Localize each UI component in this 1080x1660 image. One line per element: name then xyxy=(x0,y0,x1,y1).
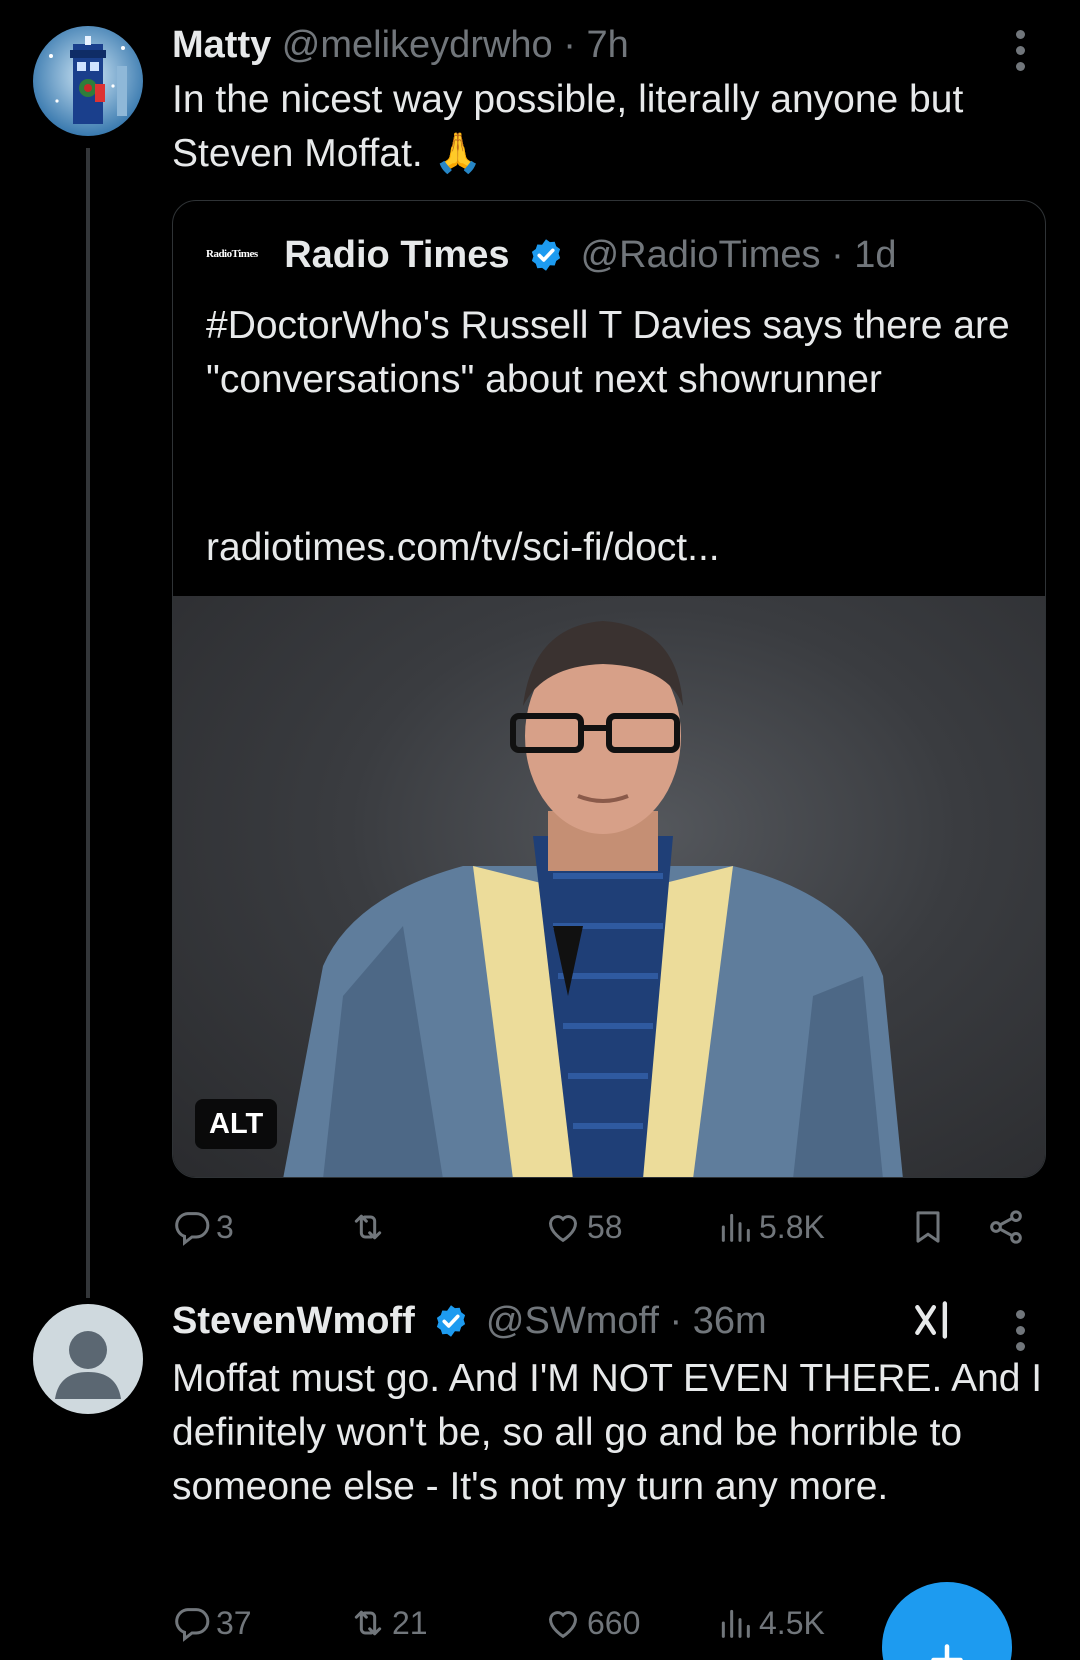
quote-author-handle: @RadioTimes xyxy=(580,234,821,276)
author-name[interactable]: Matty xyxy=(172,24,271,66)
like-icon xyxy=(548,1215,578,1243)
more-options-button[interactable] xyxy=(1014,1310,1026,1358)
portrait-photo xyxy=(283,621,903,1177)
repost-count: 21 xyxy=(392,1604,428,1641)
tweet-text: Moffat must go. And I'M NOT EVEN THERE. … xyxy=(172,1357,1043,1508)
like-button[interactable]: 660 xyxy=(543,1598,640,1648)
quote-photo[interactable]: ALT xyxy=(173,596,1045,1177)
compose-icon xyxy=(931,1644,963,1660)
share-button[interactable] xyxy=(986,1202,1026,1252)
tweet-header: Matty @melikeydrwho · 7h xyxy=(172,22,629,68)
quote-author-name: Radio Times xyxy=(284,234,510,276)
reply-icon xyxy=(175,1608,210,1642)
bookmark-icon xyxy=(916,1211,940,1243)
tweet-actions: 3 58 5.8K xyxy=(172,1202,1042,1252)
quoted-tweet[interactable]: RadioTimes Radio Times @RadioTimes · 1d … xyxy=(172,200,1046,1178)
views-count: 5.8K xyxy=(759,1208,825,1245)
views-button[interactable]: 4.5K xyxy=(715,1598,825,1648)
views-count: 4.5K xyxy=(759,1604,825,1641)
quote-timestamp: 1d xyxy=(854,234,897,276)
reply-count: 3 xyxy=(216,1208,234,1245)
quote-text: #DoctorWho's Russell T Davies says there… xyxy=(206,304,1010,401)
tardis-avatar-icon xyxy=(33,26,143,136)
tweet-matty[interactable]: Matty @melikeydrwho · 7h In the nicest w… xyxy=(0,0,1080,1246)
default-avatar-icon xyxy=(55,1331,121,1399)
more-options-button[interactable] xyxy=(1014,30,1026,78)
views-icon xyxy=(721,1609,750,1638)
tweet-header: StevenWmoff @SWmoff · 36m xyxy=(172,1298,767,1344)
repost-icon xyxy=(354,1610,382,1636)
verified-badge-icon xyxy=(437,1305,466,1337)
alt-text-badge[interactable]: ALT xyxy=(195,1099,278,1149)
reply-icon xyxy=(175,1212,210,1246)
repost-button[interactable]: 21 xyxy=(348,1598,428,1648)
radiotimes-logo-icon: RadioTimes xyxy=(206,248,258,260)
avatar-tardis[interactable] xyxy=(33,26,143,136)
tweet-timestamp[interactable]: 7h xyxy=(586,24,628,66)
tweet-timestamp[interactable]: 36m xyxy=(693,1300,767,1342)
like-button[interactable]: 58 xyxy=(543,1202,623,1252)
separator-dot: · xyxy=(831,234,844,276)
repost-button[interactable] xyxy=(348,1202,392,1252)
like-count: 58 xyxy=(587,1208,623,1245)
tweet-text: In the nicest way possible, literally an… xyxy=(172,78,964,175)
more-icon xyxy=(1015,30,1025,39)
reply-count: 37 xyxy=(216,1604,252,1641)
quote-header: RadioTimes Radio Times @RadioTimes · 1d xyxy=(206,231,897,278)
verified-badge-icon xyxy=(531,239,561,271)
quote-link[interactable]: radiotimes.com/tv/sci-fi/doct... xyxy=(206,521,720,575)
repost-icon xyxy=(354,1214,382,1240)
share-icon xyxy=(990,1210,1022,1244)
author-handle[interactable]: @SWmoff xyxy=(486,1300,659,1342)
grok-icon[interactable] xyxy=(910,1298,954,1342)
views-icon xyxy=(721,1213,750,1242)
like-icon xyxy=(548,1611,578,1639)
reply-button[interactable]: 3 xyxy=(172,1202,234,1252)
reply-button[interactable]: 37 xyxy=(172,1598,252,1648)
views-button[interactable]: 5.8K xyxy=(715,1202,825,1252)
separator-dot: · xyxy=(563,24,576,66)
more-icon xyxy=(1015,1310,1025,1319)
like-count: 660 xyxy=(587,1604,641,1641)
bookmark-button[interactable] xyxy=(908,1202,948,1252)
author-handle[interactable]: @melikeydrwho xyxy=(282,24,553,66)
avatar-default[interactable] xyxy=(33,1304,143,1414)
author-name[interactable]: StevenWmoff xyxy=(172,1300,415,1342)
separator-dot: · xyxy=(669,1300,683,1342)
